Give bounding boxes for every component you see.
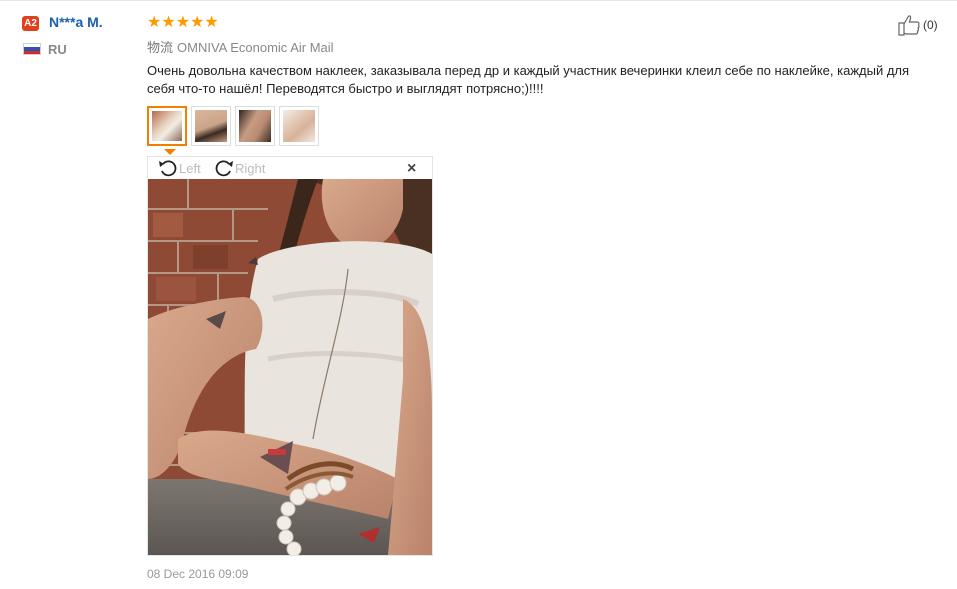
star-icon: ★ <box>204 14 219 31</box>
reviewer-country: RU <box>48 42 67 57</box>
close-viewer-button[interactable]: × <box>407 160 416 178</box>
photo-thumbnail-4[interactable] <box>279 106 319 146</box>
star-icon: ★ <box>147 14 162 31</box>
rotate-left-label: Left <box>179 160 201 176</box>
photo-thumbnail-3[interactable] <box>235 106 275 146</box>
star-icon: ★ <box>175 14 191 31</box>
active-thumbnail-caret <box>164 149 176 155</box>
top-divider <box>0 0 957 1</box>
helpful-count: (0) <box>923 18 938 32</box>
star-rating: ★★★★★ <box>147 12 219 32</box>
buyer-level-badge: A2 <box>22 16 39 31</box>
thumbs-up-icon[interactable] <box>897 14 921 36</box>
reviewer-name: N***a M. <box>49 14 103 30</box>
rotate-left-button[interactable]: Left <box>158 159 201 177</box>
rotate-left-icon <box>159 160 177 177</box>
shipping-method: OMNIVA Economic Air Mail <box>177 40 334 55</box>
review-photo-image <box>148 179 432 555</box>
shipping-info: 物流 OMNIVA Economic Air Mail <box>147 37 334 56</box>
photo-thumbnails <box>147 106 323 146</box>
review-photo <box>148 179 432 555</box>
russia-flag-icon <box>23 43 41 55</box>
rotate-right-button[interactable]: Right <box>214 159 265 177</box>
rotate-right-icon <box>215 160 233 177</box>
photo-thumbnail-1[interactable] <box>147 106 187 146</box>
rotate-right-label: Right <box>235 160 266 176</box>
star-icon: ★ <box>161 14 176 31</box>
viewer-toolbar: Left Right × <box>148 157 432 179</box>
star-icon: ★ <box>190 14 205 31</box>
helpful-vote[interactable]: (0) <box>897 14 938 36</box>
shipping-label: 物流 <box>147 40 174 55</box>
review-text: Очень довольна качеством наклеек, заказы… <box>147 63 910 96</box>
review-date: 08 Dec 2016 09:09 <box>147 567 249 581</box>
photo-viewer: Left Right × <box>147 156 433 556</box>
photo-thumbnail-2[interactable] <box>191 106 231 146</box>
